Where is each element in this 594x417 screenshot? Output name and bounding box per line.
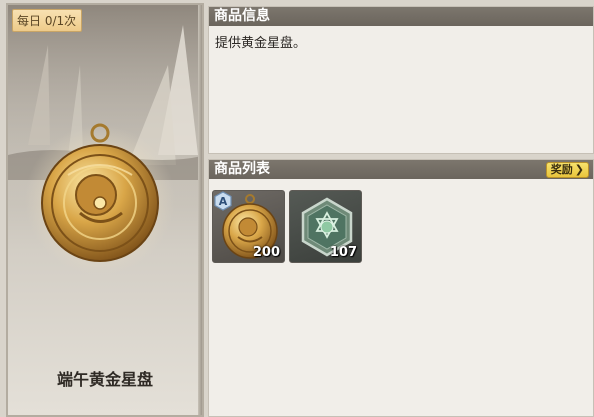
item-list: A 200 107 [212,190,362,263]
card-divider [198,5,202,415]
product-title: 端午黄金星盘 [56,370,153,389]
rank-a-badge-icon: A [214,191,232,211]
item-count: 107 [329,245,357,260]
shop-window: 每日 0/1次 端午黄金星盘 商品信息 提供黄金星盘。 商品列表 奖励 ❯ A … [0,0,594,417]
product-description: 提供黄金星盘。 [215,36,307,51]
daily-limit-badge: 每日 0/1次 [12,9,83,32]
ship-background-art [8,5,202,275]
product-info-header: 商品信息 [209,7,593,26]
product-list-title: 商品列表 [214,161,270,177]
reward-button[interactable]: 奖励 ❯ [545,162,589,178]
product-card[interactable]: 每日 0/1次 端午黄金星盘 [6,3,204,417]
list-item-golden-astrolabe[interactable]: A 200 [212,190,285,263]
chevron-right-icon: ❯ [574,163,584,176]
svg-text:A: A [219,195,228,208]
product-list-panel: 商品列表 奖励 ❯ A 200 107 [208,159,594,417]
product-info-panel: 商品信息 提供黄金星盘。 [208,6,594,154]
item-count: 200 [252,245,280,260]
product-list-header: 商品列表 奖励 ❯ [209,160,593,179]
reward-button-label: 奖励 [550,163,573,176]
list-item-green-seal[interactable]: 107 [289,190,362,263]
